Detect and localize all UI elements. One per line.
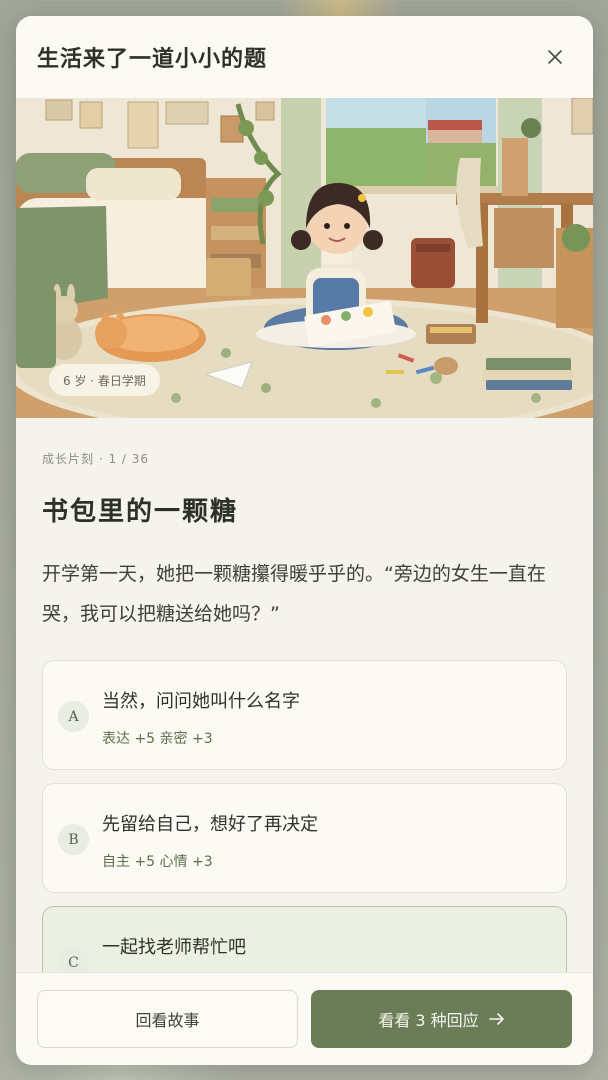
- choice-list: A 当然，问问她叫什么名字 表达 +5 亲密 +3 B 先留给自己，想好了再决定…: [42, 660, 567, 1016]
- view-responses-label: 看看 3 种回应: [378, 1011, 479, 1030]
- choice-letter: A: [58, 701, 89, 732]
- age-badge: 6 岁 · 春日学期: [49, 364, 160, 396]
- story-title: 书包里的一颗糖: [42, 497, 239, 527]
- modal-footer: 回看故事 看看 3 种回应: [16, 972, 593, 1065]
- choice-effects: 表达 +5 亲密 +3: [102, 731, 213, 747]
- story-illustration: 6 岁 · 春日学期: [16, 98, 593, 418]
- choice-text: 先留给自己，想好了再决定: [102, 814, 318, 835]
- choice-option-b[interactable]: B 先留给自己，想好了再决定 自主 +5 心情 +3: [42, 783, 567, 893]
- choice-option-a[interactable]: A 当然，问问她叫什么名字 表达 +5 亲密 +3: [42, 660, 567, 770]
- close-button[interactable]: [539, 41, 571, 73]
- choice-text: 当然，问问她叫什么名字: [102, 691, 300, 712]
- story-content: 成长片刻 · 1 / 36 书包里的一颗糖 开学第一天，她把一颗糖攥得暖乎乎的。…: [16, 450, 593, 1016]
- story-text: 开学第一天，她把一颗糖攥得暖乎乎的。“旁边的女生一直在哭，我可以把糖送给她吗？”: [42, 563, 546, 625]
- choice-letter: B: [58, 824, 89, 855]
- modal-header: 生活来了一道小小的题: [16, 16, 593, 98]
- question-modal: 生活来了一道小小的题 6 岁 · 春日学期 成长片刻 · 1 / 36 书包里的…: [16, 16, 593, 1065]
- moment-progress: 成长片刻 · 1 / 36: [42, 452, 150, 466]
- review-story-label: 回看故事: [135, 1011, 200, 1030]
- choice-effects: 自主 +5 心情 +3: [102, 854, 213, 870]
- modal-title: 生活来了一道小小的题: [37, 46, 268, 72]
- choice-text: 一起找老师帮忙吧: [102, 937, 246, 958]
- review-story-button[interactable]: 回看故事: [37, 990, 298, 1048]
- close-icon: [548, 50, 562, 64]
- arrow-right-icon: [488, 1013, 504, 1025]
- view-responses-button[interactable]: 看看 3 种回应: [311, 990, 572, 1048]
